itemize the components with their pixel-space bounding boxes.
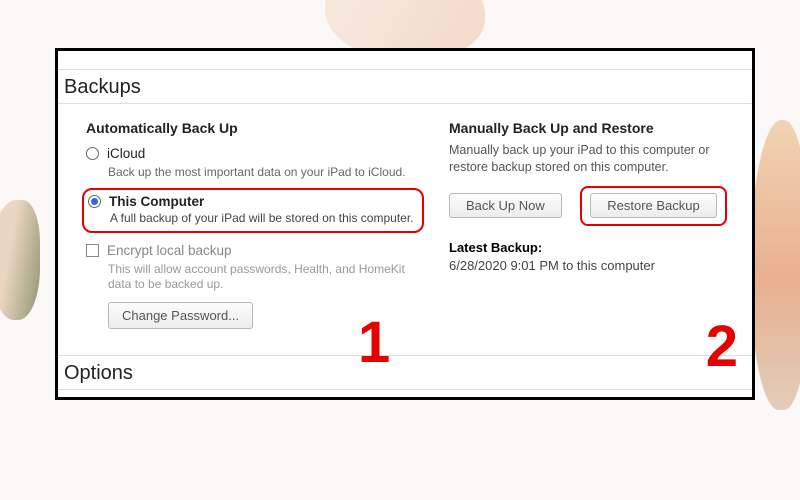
restore-backup-button[interactable]: Restore Backup bbox=[590, 193, 717, 218]
radio-icon bbox=[88, 195, 101, 208]
back-up-now-button[interactable]: Back Up Now bbox=[449, 193, 562, 218]
manual-description: Manually back up your iPad to this compu… bbox=[449, 142, 748, 176]
backups-content: Automatically Back Up iCloud Back up the… bbox=[58, 104, 752, 355]
manual-button-row: Back Up Now Restore Backup bbox=[449, 186, 748, 226]
radio-label-this-computer: This Computer bbox=[109, 194, 204, 209]
settings-window: Backups Automatically Back Up iCloud Bac… bbox=[55, 48, 755, 400]
annotation-number-2: 2 bbox=[706, 313, 738, 380]
divider bbox=[58, 389, 752, 390]
latest-backup-label: Latest Backup: bbox=[449, 240, 748, 255]
highlight-restore-backup: Restore Backup bbox=[580, 186, 728, 226]
checkbox-label-encrypt: Encrypt local backup bbox=[107, 243, 232, 258]
manual-title: Manually Back Up and Restore bbox=[449, 120, 748, 136]
annotation-number-1: 1 bbox=[358, 309, 390, 376]
radio-option-this-computer[interactable]: This Computer bbox=[88, 194, 416, 209]
section-title-backups: Backups bbox=[58, 70, 752, 103]
icloud-description: Back up the most important data on your … bbox=[86, 165, 431, 180]
section-title-options: Options bbox=[58, 356, 752, 389]
auto-backup-column: Automatically Back Up iCloud Back up the… bbox=[86, 120, 431, 333]
latest-backup-value: 6/28/2020 9:01 PM to this computer bbox=[449, 258, 748, 273]
auto-backup-title: Automatically Back Up bbox=[86, 120, 431, 136]
radio-label-icloud: iCloud bbox=[107, 146, 145, 161]
change-password-button[interactable]: Change Password... bbox=[108, 302, 253, 329]
this-computer-description: A full backup of your iPad will be store… bbox=[88, 211, 416, 226]
checkbox-icon bbox=[86, 244, 99, 257]
manual-backup-column: Manually Back Up and Restore Manually ba… bbox=[449, 120, 748, 333]
radio-icon bbox=[86, 147, 99, 160]
checkbox-option-encrypt[interactable]: Encrypt local backup bbox=[86, 243, 431, 258]
highlight-this-computer: This Computer A full backup of your iPad… bbox=[82, 188, 424, 233]
encrypt-description: This will allow account passwords, Healt… bbox=[86, 262, 431, 292]
radio-option-icloud[interactable]: iCloud bbox=[86, 146, 431, 161]
